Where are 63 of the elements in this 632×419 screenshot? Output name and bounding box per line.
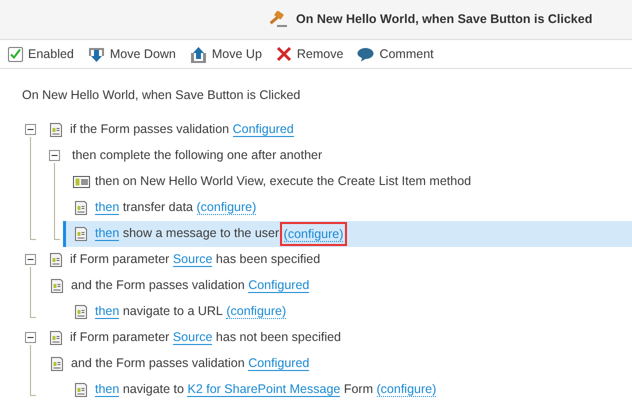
rule-title: On New Hello World, when Save Button is Clicked bbox=[21, 87, 302, 104]
configure-link[interactable]: (configure) bbox=[196, 200, 256, 216]
checkbox[interactable] bbox=[8, 46, 23, 62]
remove-button[interactable]: Remove bbox=[276, 44, 350, 64]
link-text[interactable]: Source bbox=[172, 252, 212, 268]
configure-link[interactable]: (configure) bbox=[376, 382, 436, 398]
rule-text: has been specified bbox=[216, 251, 320, 268]
rule-row[interactable]: if Form parameter Source has not been specified bbox=[25, 324, 632, 351]
rule-row[interactable]: if Form parameter Source has been specified bbox=[25, 246, 632, 273]
document-icon bbox=[73, 226, 89, 242]
comment-button[interactable]: Comment bbox=[357, 44, 440, 64]
window-title: On New Hello World, when Save Button is Clicked bbox=[296, 11, 592, 28]
document-icon bbox=[48, 252, 64, 268]
link-text[interactable]: Configured bbox=[248, 278, 310, 294]
collapse-toggle[interactable] bbox=[25, 124, 36, 136]
collapse-toggle[interactable] bbox=[25, 254, 36, 266]
rule-row[interactable]: then transfer data (configure) bbox=[25, 194, 632, 221]
collapse-toggle[interactable] bbox=[25, 332, 36, 344]
link-text[interactable]: Configured bbox=[232, 122, 294, 138]
remove-icon bbox=[276, 46, 292, 62]
rule-text: has not been specified bbox=[216, 329, 342, 346]
rule-text: transfer data bbox=[122, 199, 194, 216]
rule-text: and the Form passes validation bbox=[71, 277, 245, 294]
document-icon bbox=[48, 330, 64, 346]
document-icon bbox=[49, 356, 65, 372]
link-text[interactable]: Configured bbox=[248, 356, 310, 372]
rule-text: and the Form passes validation bbox=[71, 355, 245, 372]
move-up-button[interactable]: Move Up bbox=[190, 44, 268, 64]
document-icon bbox=[73, 200, 89, 216]
rule-text: show a message to the user bbox=[122, 225, 280, 242]
document-icon bbox=[48, 122, 64, 138]
rule-row[interactable]: then on New Hello World View, execute the Create List Item method bbox=[25, 168, 632, 195]
rule-row[interactable]: then complete the following one after another bbox=[25, 142, 632, 169]
link-text[interactable]: Source bbox=[172, 330, 212, 346]
rule-text: navigate to bbox=[122, 381, 184, 398]
document-icon bbox=[73, 382, 89, 398]
enabled-checkbox-label[interactable]: Enabled bbox=[8, 44, 80, 64]
gavel-icon bbox=[268, 10, 288, 28]
document-icon bbox=[73, 304, 89, 320]
rule-row[interactable]: then navigate to K2 for SharePoint Message Form (configure) bbox=[25, 376, 632, 403]
rule-row[interactable]: and the Form passes validation Configured bbox=[25, 272, 632, 299]
comment-icon bbox=[357, 46, 374, 62]
link-text[interactable]: then bbox=[95, 382, 120, 398]
move-down-button[interactable]: Move Down bbox=[88, 44, 182, 64]
view-icon bbox=[73, 174, 90, 190]
move-up-icon bbox=[190, 46, 207, 62]
rule-row[interactable]: then navigate to a URL (configure) bbox=[25, 298, 632, 325]
configure-link[interactable]: (configure) bbox=[226, 304, 286, 320]
rule-text: if Form parameter bbox=[70, 251, 170, 268]
rule-row[interactable]: if the Form passes validation Configured bbox=[25, 116, 632, 143]
rule-row[interactable]: and the Form passes validation Configured bbox=[25, 350, 632, 377]
move-down-icon bbox=[88, 46, 105, 62]
rule-text: then complete the following one after another bbox=[72, 147, 322, 164]
rule-text: if the Form passes validation bbox=[70, 121, 230, 138]
rule-text: Form bbox=[344, 381, 374, 398]
rule-text: navigate to a URL bbox=[122, 303, 223, 320]
rule-text: if Form parameter bbox=[70, 329, 170, 346]
document-icon bbox=[49, 278, 65, 294]
rule-text: then on New Hello World View, execute the Create List Item method bbox=[95, 173, 472, 190]
link-text[interactable]: then bbox=[95, 304, 120, 320]
link-text[interactable]: K2 for SharePoint Message bbox=[187, 382, 340, 398]
collapse-toggle[interactable] bbox=[49, 150, 60, 162]
link-text[interactable]: then bbox=[95, 200, 120, 216]
